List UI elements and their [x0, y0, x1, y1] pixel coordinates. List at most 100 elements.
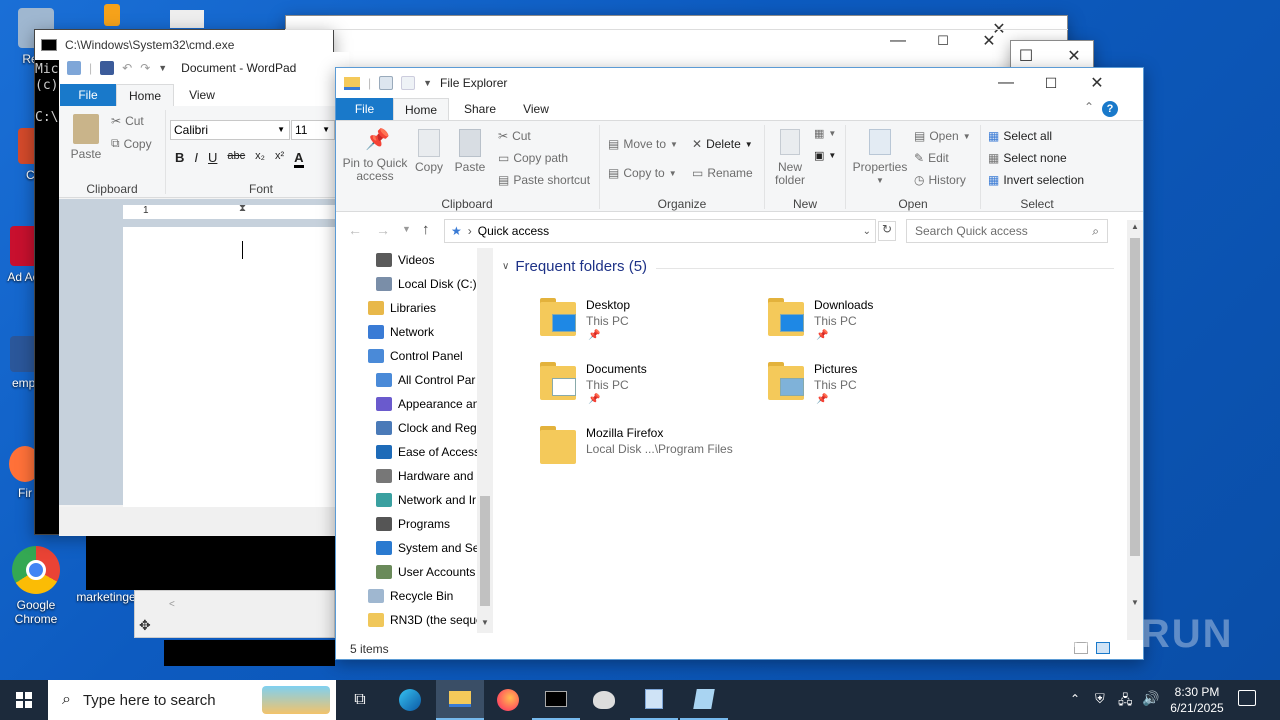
start-button[interactable] — [0, 680, 48, 720]
taskbar-wordpad[interactable] — [630, 680, 678, 720]
tab-share[interactable]: Share — [452, 98, 508, 120]
copy-path-button[interactable]: ▭ Copy path — [498, 151, 568, 165]
tab-home[interactable]: Home — [116, 84, 174, 106]
wordpad-titlebar[interactable]: | ↶ ↷ ▼ Document - WordPad — [59, 52, 349, 84]
paste-button[interactable]: Paste — [67, 114, 105, 161]
font-color-button[interactable]: A — [294, 150, 304, 168]
scroll-down-icon[interactable]: ▼ — [481, 618, 489, 627]
minimize-icon[interactable]: — — [875, 26, 921, 56]
close-icon[interactable]: ✕ — [1074, 68, 1120, 98]
clock[interactable]: 8:30 PM 6/21/2025 — [1164, 684, 1230, 716]
scrollbar-thumb[interactable] — [480, 496, 490, 606]
taskbar-search-box[interactable]: ⌕ Type here to search — [48, 680, 336, 720]
nav-item[interactable]: Network — [368, 320, 434, 344]
strikethrough-button[interactable]: abc — [227, 150, 245, 168]
folder-tile[interactable]: Mozilla Firefox Local Disk ...\Program Fi… — [538, 422, 758, 478]
new-folder-button[interactable]: New folder — [770, 129, 810, 187]
taskbar-cmd[interactable] — [532, 680, 580, 720]
content-pane[interactable]: ∨ Frequent folders (5) Desktop This PC 📌 Do… — [496, 248, 1126, 633]
folder-tile[interactable]: Pictures This PC 📌 — [766, 358, 986, 414]
taskbar-edge[interactable] — [386, 680, 434, 720]
document-page[interactable] — [123, 227, 349, 507]
nav-item[interactable]: All Control Par — [376, 368, 475, 392]
cut-button[interactable]: ✂ Cut — [111, 114, 144, 128]
save-icon[interactable] — [100, 61, 115, 75]
folder-tile[interactable]: Downloads This PC 📌 — [766, 294, 986, 350]
chevron-down-icon[interactable]: ▼ — [423, 78, 432, 88]
minimize-icon[interactable]: — — [983, 68, 1029, 98]
nav-item[interactable]: Ease of Access — [376, 440, 480, 464]
nav-item[interactable]: Hardware and — [376, 464, 473, 488]
bold-button[interactable]: B — [175, 150, 184, 168]
show-hidden-icons-icon[interactable]: ⌃ — [1070, 692, 1080, 706]
paste-button[interactable]: Paste — [452, 129, 488, 174]
easy-access-button[interactable]: ▣ ▼ — [814, 149, 836, 162]
nav-item[interactable]: Recycle Bin — [368, 584, 453, 608]
edit-button[interactable]: ✎ Edit — [914, 151, 949, 165]
tab-view[interactable]: View — [175, 84, 229, 106]
new-folder-icon[interactable] — [401, 76, 416, 90]
up-icon[interactable]: ↑ — [422, 221, 430, 238]
select-all-button[interactable]: ▦ Select all — [988, 129, 1052, 143]
desktop-icon-marketing[interactable]: marketinge — [70, 590, 142, 604]
rename-button[interactable]: ▭ Rename — [692, 166, 753, 180]
paste-shortcut-button[interactable]: ▤ Paste shortcut — [498, 173, 590, 187]
copy-button[interactable]: ⧉ Copy — [111, 136, 152, 151]
nav-item[interactable]: Control Panel — [368, 344, 463, 368]
nav-item[interactable]: Clock and Regi — [376, 416, 479, 440]
history-button[interactable]: ◷ History — [914, 173, 966, 187]
collapse-ribbon-icon[interactable]: ⌃ — [1084, 100, 1094, 114]
wordpad-window[interactable]: | ↶ ↷ ▼ Document - WordPad File Home Vie… — [59, 52, 349, 536]
chevron-down-icon[interactable]: ▼ — [158, 63, 167, 73]
back-icon[interactable]: ← — [348, 222, 362, 238]
italic-button[interactable]: I — [194, 150, 198, 168]
nav-item[interactable]: Videos — [376, 248, 434, 272]
move-to-button[interactable]: ▤ Move to ▼ — [608, 137, 678, 151]
cut-button[interactable]: ✂ Cut — [498, 129, 531, 143]
close-icon[interactable]: ✕ — [966, 26, 1012, 56]
maximize-icon[interactable]: ☐ — [1028, 68, 1074, 98]
subscript-button[interactable]: x₂ — [255, 150, 265, 168]
properties-icon[interactable] — [379, 76, 394, 90]
group-header-frequent-folders[interactable]: ∨ Frequent folders (5) — [502, 258, 647, 275]
scrollbar-thumb[interactable] — [1130, 238, 1140, 556]
tab-file[interactable]: File — [60, 84, 116, 106]
nav-item[interactable]: System and Se — [376, 536, 479, 560]
move-icon[interactable]: ✥ — [139, 617, 151, 634]
volume-icon[interactable]: 🔊 — [1142, 690, 1159, 707]
pin-to-quick-access-button[interactable]: 📌 Pin to Quick access — [342, 129, 408, 183]
tab-view[interactable]: View — [510, 98, 562, 120]
font-name-select[interactable]: Calibri ▼ — [170, 120, 290, 140]
taskbar-firefox[interactable] — [484, 680, 532, 720]
network-icon[interactable]: 🖧 — [1118, 691, 1133, 713]
maximize-icon[interactable]: ☐ — [920, 26, 966, 56]
search-input[interactable]: Search Quick access ⌕ — [906, 219, 1108, 243]
chevron-down-icon[interactable]: ⌄ — [863, 226, 871, 237]
nav-item[interactable]: User Accounts — [376, 560, 475, 584]
nav-item[interactable]: Local Disk (C:) — [376, 272, 477, 296]
underline-button[interactable]: U — [208, 150, 217, 168]
font-size-select[interactable]: 11 ▼ — [291, 120, 335, 140]
file-icon[interactable] — [170, 10, 204, 28]
invert-selection-button[interactable]: ▦ Invert selection — [988, 173, 1084, 187]
address-bar[interactable]: ★ › Quick access ⌄ — [444, 219, 876, 243]
desktop-icon-chrome[interactable]: Google Chrome — [0, 546, 72, 626]
select-none-button[interactable]: ▦ Select none — [988, 151, 1067, 165]
open-button[interactable]: ▤ Open ▼ — [914, 129, 971, 143]
forward-icon[interactable]: → — [376, 222, 390, 238]
nav-item[interactable]: Libraries — [368, 296, 436, 320]
new-item-button[interactable]: ▦ ▼ — [814, 127, 836, 140]
task-view-button[interactable]: ⧉ — [336, 680, 384, 720]
taskbar-paint[interactable] — [580, 680, 628, 720]
properties-button[interactable]: Properties ▼ — [850, 129, 910, 187]
delete-button[interactable]: ✕ Delete ▼ — [692, 137, 753, 151]
taskbar-notepad[interactable] — [680, 680, 728, 720]
copy-button[interactable]: Copy — [412, 129, 446, 174]
nav-item[interactable]: Network and Ir — [376, 488, 476, 512]
navigation-pane[interactable]: Videos Local Disk (C:) Libraries Network Con… — [336, 248, 493, 633]
tab-file[interactable]: File — [336, 98, 393, 120]
taskbar-file-explorer[interactable] — [436, 680, 484, 720]
notifications-icon[interactable] — [1238, 690, 1256, 706]
nav-item[interactable]: Programs — [376, 512, 450, 536]
indent-marker-icon[interactable]: ⧗ — [239, 203, 246, 214]
